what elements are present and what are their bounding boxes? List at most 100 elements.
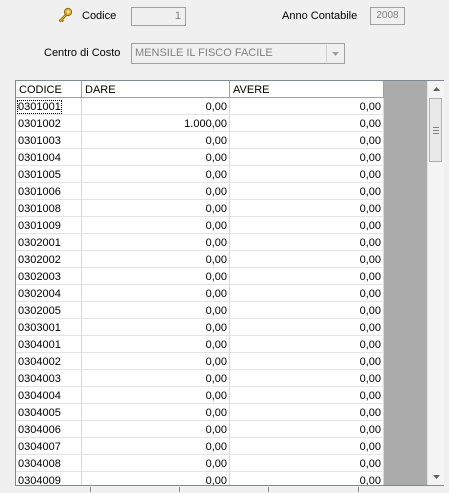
scroll-thumb[interactable] bbox=[429, 98, 442, 162]
cell-codice[interactable]: 0301005 bbox=[16, 166, 82, 182]
cell-codice[interactable]: 0304008 bbox=[16, 455, 82, 471]
cell-dare[interactable]: 0,00 bbox=[82, 183, 230, 199]
cell-dare[interactable]: 0,00 bbox=[82, 217, 230, 233]
table-row[interactable]: 0302002 0,00 0,00 bbox=[16, 251, 384, 268]
table-row[interactable]: 0304006 0,00 0,00 bbox=[16, 421, 384, 438]
cell-codice[interactable]: 0301002 bbox=[16, 115, 82, 131]
cell-codice[interactable]: 0302001 bbox=[16, 234, 82, 250]
cell-dare[interactable]: 0,00 bbox=[82, 455, 230, 471]
cell-codice[interactable]: 0304004 bbox=[16, 387, 82, 403]
table-row[interactable]: 0301008 0,00 0,00 bbox=[16, 200, 384, 217]
cell-avere[interactable]: 0,00 bbox=[230, 268, 384, 284]
table-row[interactable]: 0301002 1.000,00 0,00 bbox=[16, 115, 384, 132]
cell-avere[interactable]: 0,00 bbox=[230, 183, 384, 199]
cell-avere[interactable]: 0,00 bbox=[230, 251, 384, 267]
cell-avere[interactable]: 0,00 bbox=[230, 455, 384, 471]
cell-codice[interactable]: 0301003 bbox=[16, 132, 82, 148]
table-row[interactable]: 0304007 0,00 0,00 bbox=[16, 438, 384, 455]
cell-avere[interactable]: 0,00 bbox=[230, 234, 384, 250]
table-row[interactable]: 0301005 0,00 0,00 bbox=[16, 166, 384, 183]
cell-avere[interactable]: 0,00 bbox=[230, 149, 384, 165]
cell-avere[interactable]: 0,00 bbox=[230, 438, 384, 454]
cell-avere[interactable]: 0,00 bbox=[230, 319, 384, 335]
table-row[interactable]: 0304001 0,00 0,00 bbox=[16, 336, 384, 353]
cell-avere[interactable]: 0,00 bbox=[230, 217, 384, 233]
table-row[interactable]: 0301003 0,00 0,00 bbox=[16, 132, 384, 149]
table-row[interactable]: 0304008 0,00 0,00 bbox=[16, 455, 384, 472]
table-row[interactable]: 0301001 0,00 0,00 bbox=[16, 98, 384, 115]
column-header-dare[interactable]: DARE bbox=[82, 81, 230, 97]
cell-codice[interactable]: 0304007 bbox=[16, 438, 82, 454]
cell-codice[interactable]: 0302003 bbox=[16, 268, 82, 284]
table-row[interactable]: 0301004 0,00 0,00 bbox=[16, 149, 384, 166]
table-row[interactable]: 0304002 0,00 0,00 bbox=[16, 353, 384, 370]
cell-avere[interactable]: 0,00 bbox=[230, 370, 384, 386]
column-header-avere[interactable]: AVERE bbox=[230, 81, 384, 97]
cell-codice[interactable]: 0302002 bbox=[16, 251, 82, 267]
table-row[interactable]: 0304005 0,00 0,00 bbox=[16, 404, 384, 421]
cell-avere[interactable]: 0,00 bbox=[230, 421, 384, 437]
cell-dare[interactable]: 0,00 bbox=[82, 132, 230, 148]
cell-dare[interactable]: 0,00 bbox=[82, 387, 230, 403]
cell-avere[interactable]: 0,00 bbox=[230, 336, 384, 352]
cell-dare[interactable]: 0,00 bbox=[82, 234, 230, 250]
cell-avere[interactable]: 0,00 bbox=[230, 166, 384, 182]
centro-di-costo-select[interactable]: MENSILE IL FISCO FACILE bbox=[131, 43, 345, 64]
cell-codice[interactable]: 0301006 bbox=[16, 183, 82, 199]
cell-avere[interactable]: 0,00 bbox=[230, 115, 384, 131]
cell-codice[interactable]: 0304005 bbox=[16, 404, 82, 420]
cell-codice[interactable]: 0301004 bbox=[16, 149, 82, 165]
cell-dare[interactable]: 0,00 bbox=[82, 149, 230, 165]
cell-avere[interactable]: 0,00 bbox=[230, 132, 384, 148]
vertical-scrollbar[interactable] bbox=[427, 81, 444, 485]
table-row[interactable]: 0304003 0,00 0,00 bbox=[16, 370, 384, 387]
cell-avere[interactable]: 0,00 bbox=[230, 302, 384, 318]
cell-avere[interactable]: 0,00 bbox=[230, 98, 384, 114]
cell-dare[interactable]: 0,00 bbox=[82, 404, 230, 420]
cell-codice[interactable]: 0301008 bbox=[16, 200, 82, 216]
cell-dare[interactable]: 0,00 bbox=[82, 200, 230, 216]
cell-dare[interactable]: 0,00 bbox=[82, 98, 230, 114]
cell-dare[interactable]: 0,00 bbox=[82, 370, 230, 386]
cell-dare[interactable]: 0,00 bbox=[82, 302, 230, 318]
scroll-down-button[interactable] bbox=[428, 469, 444, 485]
table-row[interactable]: 0302003 0,00 0,00 bbox=[16, 268, 384, 285]
accounts-grid[interactable]: CODICE DARE AVERE 0301001 0,00 0,00 0301002… bbox=[15, 80, 444, 486]
cell-codice[interactable]: 0304002 bbox=[16, 353, 82, 369]
cell-avere[interactable]: 0,00 bbox=[230, 200, 384, 216]
cell-dare[interactable]: 0,00 bbox=[82, 166, 230, 182]
cell-dare[interactable]: 0,00 bbox=[82, 336, 230, 352]
table-row[interactable]: 0302005 0,00 0,00 bbox=[16, 302, 384, 319]
cell-dare[interactable]: 0,00 bbox=[82, 472, 230, 485]
cell-dare[interactable]: 0,00 bbox=[82, 251, 230, 267]
cell-codice[interactable]: 0304006 bbox=[16, 421, 82, 437]
cell-codice[interactable]: 0301001 bbox=[16, 98, 82, 114]
cell-dare[interactable]: 0,00 bbox=[82, 319, 230, 335]
cell-dare[interactable]: 0,00 bbox=[82, 285, 230, 301]
cell-codice[interactable]: 0302005 bbox=[16, 302, 82, 318]
cell-codice[interactable]: 0304001 bbox=[16, 336, 82, 352]
table-row[interactable]: 0302004 0,00 0,00 bbox=[16, 285, 384, 302]
cell-codice[interactable]: 0302004 bbox=[16, 285, 82, 301]
table-row[interactable]: 0302001 0,00 0,00 bbox=[16, 234, 384, 251]
cell-dare[interactable]: 1.000,00 bbox=[82, 115, 230, 131]
table-row[interactable]: 0304004 0,00 0,00 bbox=[16, 387, 384, 404]
scroll-up-button[interactable] bbox=[428, 81, 444, 97]
cell-avere[interactable]: 0,00 bbox=[230, 404, 384, 420]
cell-dare[interactable]: 0,00 bbox=[82, 438, 230, 454]
cell-dare[interactable]: 0,00 bbox=[82, 268, 230, 284]
table-row[interactable]: 0303001 0,00 0,00 bbox=[16, 319, 384, 336]
cell-codice[interactable]: 0303001 bbox=[16, 319, 82, 335]
cell-dare[interactable]: 0,00 bbox=[82, 421, 230, 437]
cell-dare[interactable]: 0,00 bbox=[82, 353, 230, 369]
dropdown-button[interactable] bbox=[326, 45, 343, 62]
column-header-codice[interactable]: CODICE bbox=[16, 81, 82, 97]
cell-codice[interactable]: 0304009 bbox=[16, 472, 82, 485]
cell-avere[interactable]: 0,00 bbox=[230, 353, 384, 369]
anno-contabile-field[interactable]: 2008 bbox=[370, 7, 405, 25]
cell-avere[interactable]: 0,00 bbox=[230, 387, 384, 403]
table-row[interactable]: 0301006 0,00 0,00 bbox=[16, 183, 384, 200]
cell-codice[interactable]: 0301009 bbox=[16, 217, 82, 233]
cell-codice[interactable]: 0304003 bbox=[16, 370, 82, 386]
table-row[interactable]: 0304009 0,00 0,00 bbox=[16, 472, 384, 485]
